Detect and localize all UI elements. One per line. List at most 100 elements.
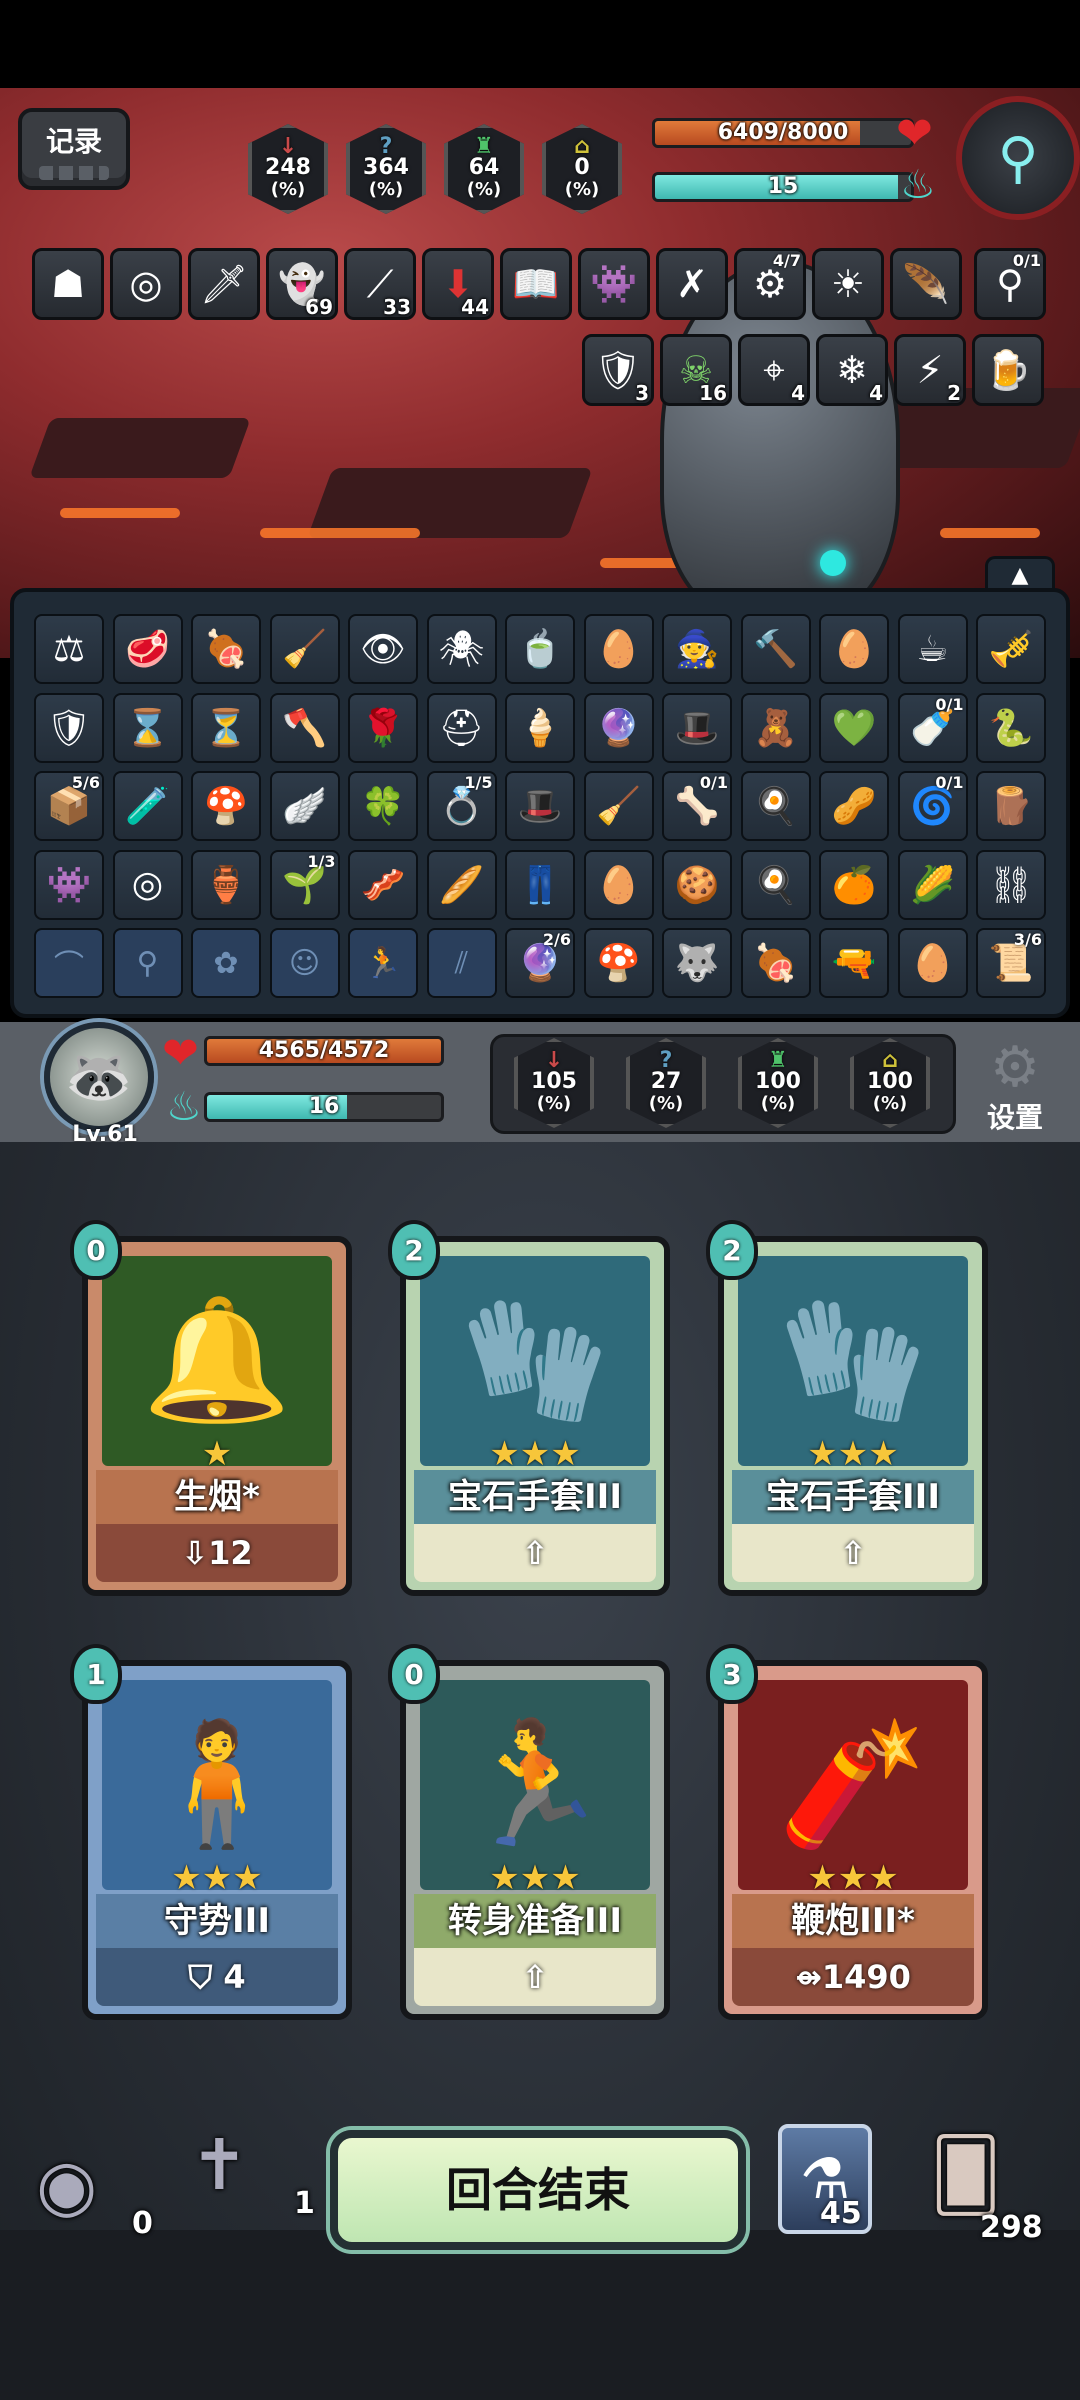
relic-slot[interactable]: ⌛ [112,692,183,763]
relic-slot[interactable]: ⛓ [976,849,1046,920]
enemy-buff-orb[interactable]: ◎ [110,248,182,320]
enemy-buff-charm[interactable]: ⚲ 0/1 [974,248,1046,320]
relic-slot[interactable]: 🥚 [583,614,654,684]
player-avatar[interactable]: 🦝 [44,1022,154,1132]
card-turn-prepare[interactable]: 🏃 ★★★ 转身准备III ⇧ 0 [388,1644,670,2020]
enemy-buff-target[interactable]: ⌖ 4 [738,334,810,406]
enemy-buff-freeze[interactable]: ❄ 4 [816,334,888,406]
relic-slot[interactable]: ⌒ [34,928,104,998]
relic-slot[interactable]: 🎩 [662,692,732,763]
card-smoke[interactable]: 🔔 ★ 生烟* ⇩12 0 [70,1220,352,1596]
relic-slot[interactable]: 🧹 [269,614,340,684]
relic-slot[interactable]: 🥩 [112,614,183,684]
relic-slot[interactable]: 🌀 0/1 [897,771,968,841]
draw-pile-button[interactable]: ◉ 0 [36,2150,153,2241]
enemy-buff-spikes[interactable]: ☀ [812,248,884,320]
enemy-portrait[interactable]: ⚲ [956,96,1080,220]
enemy-buff-monster[interactable]: 👾 [578,248,650,320]
relic-slot[interactable]: 🍖 [191,614,261,684]
relic-slot[interactable]: 🦴 0/1 [662,771,732,841]
relic-slot[interactable]: ⫽ [426,928,497,998]
enemy-buff-feather[interactable]: 🪶 [890,248,962,320]
enemy-buff-mug[interactable]: 🍺 [972,334,1044,406]
enemy-buff-block[interactable]: 🛡 3 [582,334,654,406]
relic-slot[interactable]: ⚲ [112,928,183,998]
relic-slot[interactable]: 🥜 [819,771,889,841]
relic-slot[interactable]: 🏺 [191,849,261,920]
relic-slot[interactable]: 🔮 [583,692,654,763]
relic-slot[interactable]: 🧹 [583,771,654,841]
relic-slot[interactable]: 🧙 [662,614,732,684]
enemy-buff-dagger[interactable]: 🗡 [188,248,260,320]
relic-slot[interactable]: ⛑ [426,692,497,763]
relic-slot[interactable]: 🎺 [976,614,1046,684]
relic-slot[interactable]: ◎ [112,849,183,920]
relic-slot[interactable]: 👁 [348,614,418,684]
relic-slot[interactable]: 🧸 [740,692,811,763]
relic-slot[interactable]: 🍊 [819,849,889,920]
relic-slot[interactable]: 🪓 [269,692,340,763]
relic-slot[interactable]: 🔮 2/6 [505,928,575,998]
card-gem-gauntlet[interactable]: 🧤 ★★★ 宝石手套III ⇧ 2 [388,1220,670,1596]
relic-slot[interactable]: 🪽 [269,771,340,841]
relic-slot[interactable]: 🌽 [897,849,968,920]
relic-slot[interactable]: 🍼 0/1 [897,692,968,763]
enemy-buff-weaken[interactable]: ⬇ 44 [422,248,494,320]
relic-slot[interactable]: 👾 [34,849,104,920]
relic-slot[interactable]: 🔫 [819,928,889,998]
relic-slot[interactable]: 🪵 [976,771,1046,841]
relic-slot[interactable]: 👖 [505,849,575,920]
card-gem-gauntlet[interactable]: 🧤 ★★★ 宝石手套III ⇧ 2 [706,1220,988,1596]
deck-button[interactable]: 🂠 298 [930,2140,1050,2245]
enemy-buff-ghost[interactable]: 👻 69 [266,248,338,320]
relic-slot[interactable]: 🛡 [34,692,104,763]
relic-slot[interactable]: 🥚 [819,614,889,684]
settings-button[interactable]: ⚙ 设置 [975,1040,1055,1140]
enemy-buff-shock[interactable]: ⚡ 2 [894,334,966,406]
enemy-buff-gear[interactable]: ⚙ 4/7 [734,248,806,320]
relic-slot[interactable]: 🌹 [348,692,418,763]
relic-slot[interactable]: 🍄 [191,771,261,841]
relic-slot[interactable]: 🍪 [662,849,732,920]
relic-slot[interactable]: 🕷 [426,614,497,684]
relic-slot[interactable]: 🥓 [348,849,418,920]
relic-slot[interactable]: 🥖 [426,849,497,920]
relic-slot[interactable]: ✿ [191,928,261,998]
enemy-buff-book[interactable]: 📖 [500,248,572,320]
relic-slot[interactable]: 📦 5/6 [34,771,104,841]
enemy-buff-helmet[interactable]: ☗ [32,248,104,320]
relic-slot[interactable]: ⚖ [34,614,104,684]
relic-slot[interactable]: 💍 1/5 [426,771,497,841]
relic-slot[interactable]: 🍳 [740,849,811,920]
end-turn-button[interactable]: 回合结束 [330,2130,746,2250]
relic-icon: 🍖 [203,629,249,670]
relic-slot[interactable]: 🌱 1/3 [269,849,340,920]
relic-slot[interactable]: 🐺 [662,928,732,998]
relic-slot[interactable]: ☕ [897,614,968,684]
relic-slot[interactable]: 🎩 [505,771,575,841]
relic-slot[interactable]: 🔨 [740,614,811,684]
relic-slot[interactable]: 💚 [819,692,889,763]
relic-slot[interactable]: 🧪 [112,771,183,841]
relic-slot[interactable]: 🥚 [897,928,968,998]
relic-slot[interactable]: 🏃 [348,928,418,998]
relic-slot[interactable]: 🍀 [348,771,418,841]
relic-slot[interactable]: 🥚 [583,849,654,920]
relic-slot[interactable]: 🍖 [740,928,811,998]
card-defensive-stance[interactable]: 🧍 ★★★ 守势III ⛉ 4 1 [70,1644,352,2020]
enemy-buff-poison[interactable]: ☠ 16 [660,334,732,406]
discard-pile-button[interactable]: ✝ 1 [190,2130,315,2221]
relic-slot[interactable]: 🍳 [740,771,811,841]
relic-slot[interactable]: 🍄 [583,928,654,998]
relic-slot[interactable]: 🍵 [505,614,575,684]
relic-slot[interactable]: 🐍 [976,692,1046,763]
relic-slot[interactable]: ☺ [269,928,340,998]
relic-slot[interactable]: 📜 3/6 [976,928,1046,998]
enemy-buff-arrows[interactable]: ✗ [656,248,728,320]
enemy-buff-slash[interactable]: ⟋ 33 [344,248,416,320]
relic-slot[interactable]: ⏳ [191,692,261,763]
relic-icon: 🔫 [831,943,877,984]
relic-slot[interactable]: 🍦 [505,692,575,763]
card-firecracker[interactable]: 🧨 ★★★ 鞭炮III* ⇴1490 3 [706,1644,988,2020]
log-button[interactable]: 记录 [18,108,130,190]
